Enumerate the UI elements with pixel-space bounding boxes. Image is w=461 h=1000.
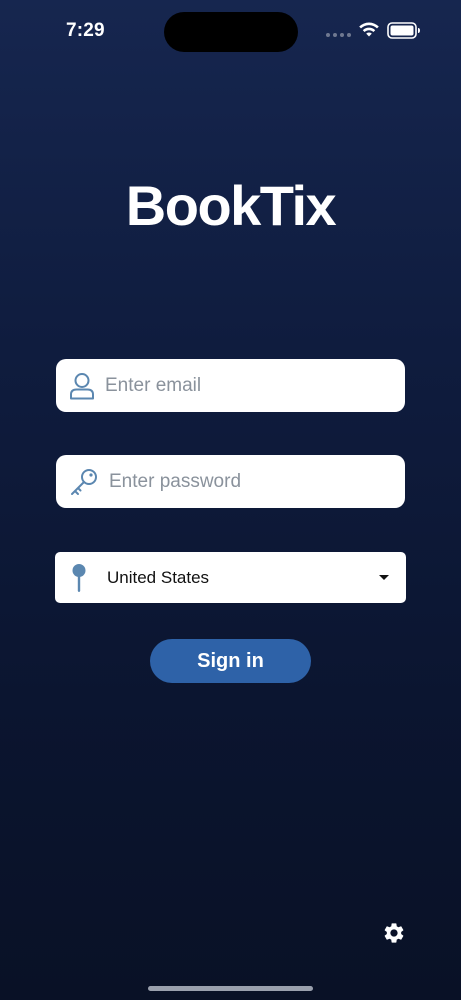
- key-icon: [71, 469, 97, 495]
- email-input[interactable]: [105, 359, 395, 412]
- password-field[interactable]: [56, 455, 405, 508]
- user-icon: [70, 373, 94, 400]
- home-indicator[interactable]: [148, 986, 313, 991]
- caret-down-icon: [379, 575, 389, 580]
- battery-icon: [387, 22, 420, 39]
- signal-dots-icon: [326, 33, 351, 37]
- country-select[interactable]: United States: [55, 552, 406, 603]
- login-screen: 7:29 BookTix Unite: [0, 0, 461, 1000]
- sign-in-button[interactable]: Sign in: [150, 639, 311, 683]
- dynamic-island: [164, 12, 298, 52]
- gear-icon[interactable]: [382, 921, 406, 945]
- country-select-value: United States: [107, 568, 210, 587]
- status-time: 7:29: [66, 20, 105, 41]
- password-input[interactable]: [109, 455, 395, 508]
- location-pin-icon: [72, 564, 86, 592]
- wifi-icon: [359, 22, 379, 37]
- email-field[interactable]: [56, 359, 405, 412]
- app-logo: BookTix: [125, 174, 337, 237]
